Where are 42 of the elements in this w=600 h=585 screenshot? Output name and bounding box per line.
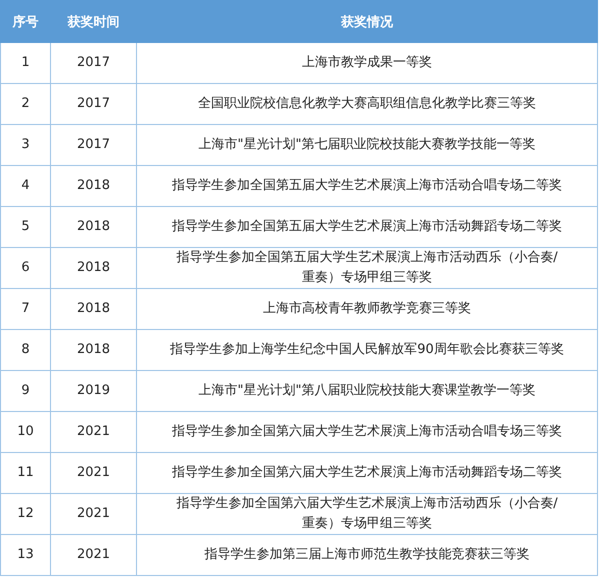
table-cell: 7 — [0, 288, 50, 330]
column-header: 序号 — [0, 0, 50, 42]
table-cell: 2021 — [50, 534, 136, 576]
table-cell: 2018 — [50, 166, 136, 206]
table-cell: 10 — [0, 412, 50, 452]
table-cell: 9 — [0, 370, 50, 412]
table-cell: 2 — [0, 84, 50, 124]
table-cell: 上海市"星光计划"第七届职业院校技能大赛教学技能一等奖 — [136, 124, 598, 166]
column-header: 获奖情况 — [136, 0, 598, 42]
table-cell: 上海市教学成果一等奖 — [136, 42, 598, 84]
table-cell: 2019 — [50, 370, 136, 412]
table-cell: 指导学生参加上海学生纪念中国人民解放军90周年歌会比赛获三等奖 — [136, 330, 598, 370]
table-cell: 上海市"星光计划"第八届职业院校技能大赛课堂教学一等奖 — [136, 370, 598, 412]
table-cell: 1 — [0, 42, 50, 84]
table-cell: 2021 — [50, 494, 136, 534]
table-cell: 4 — [0, 166, 50, 206]
column-header: 获奖时间 — [50, 0, 136, 42]
table-cell: 指导学生参加全国第五届大学生艺术展演上海市活动西乐（小合奏/重奏）专场甲组三等奖 — [136, 248, 598, 288]
table-cell: 2017 — [50, 124, 136, 166]
table-cell: 上海市高校青年教师教学竞赛三等奖 — [136, 288, 598, 330]
table-cell: 指导学生参加全国第五届大学生艺术展演上海市活动合唱专场二等奖 — [136, 166, 598, 206]
table-cell: 指导学生参加全国第六届大学生艺术展演上海市活动合唱专场三等奖 — [136, 412, 598, 452]
table-cell: 指导学生参加全国第五届大学生艺术展演上海市活动舞蹈专场二等奖 — [136, 206, 598, 248]
table-cell: 2018 — [50, 206, 136, 248]
table-cell: 8 — [0, 330, 50, 370]
table-cell: 2021 — [50, 412, 136, 452]
table-cell: 12 — [0, 494, 50, 534]
table-cell: 5 — [0, 206, 50, 248]
table-cell: 2017 — [50, 42, 136, 84]
table-cell: 3 — [0, 124, 50, 166]
table-cell: 11 — [0, 452, 50, 494]
table-cell: 2017 — [50, 84, 136, 124]
table-cell: 指导学生参加第三届上海市师范生教学技能竞赛获三等奖 — [136, 534, 598, 576]
table-cell: 指导学生参加全国第六届大学生艺术展演上海市活动西乐（小合奏/重奏）专场甲组三等奖 — [136, 494, 598, 534]
table-cell: 13 — [0, 534, 50, 576]
table-cell: 2018 — [50, 330, 136, 370]
table-cell: 2021 — [50, 452, 136, 494]
table-cell: 6 — [0, 248, 50, 288]
table-cell: 全国职业院校信息化教学大赛高职组信息化教学比赛三等奖 — [136, 84, 598, 124]
table-cell: 2018 — [50, 288, 136, 330]
table-cell: 指导学生参加全国第六届大学生艺术展演上海市活动舞蹈专场二等奖 — [136, 452, 598, 494]
table-cell: 2018 — [50, 248, 136, 288]
